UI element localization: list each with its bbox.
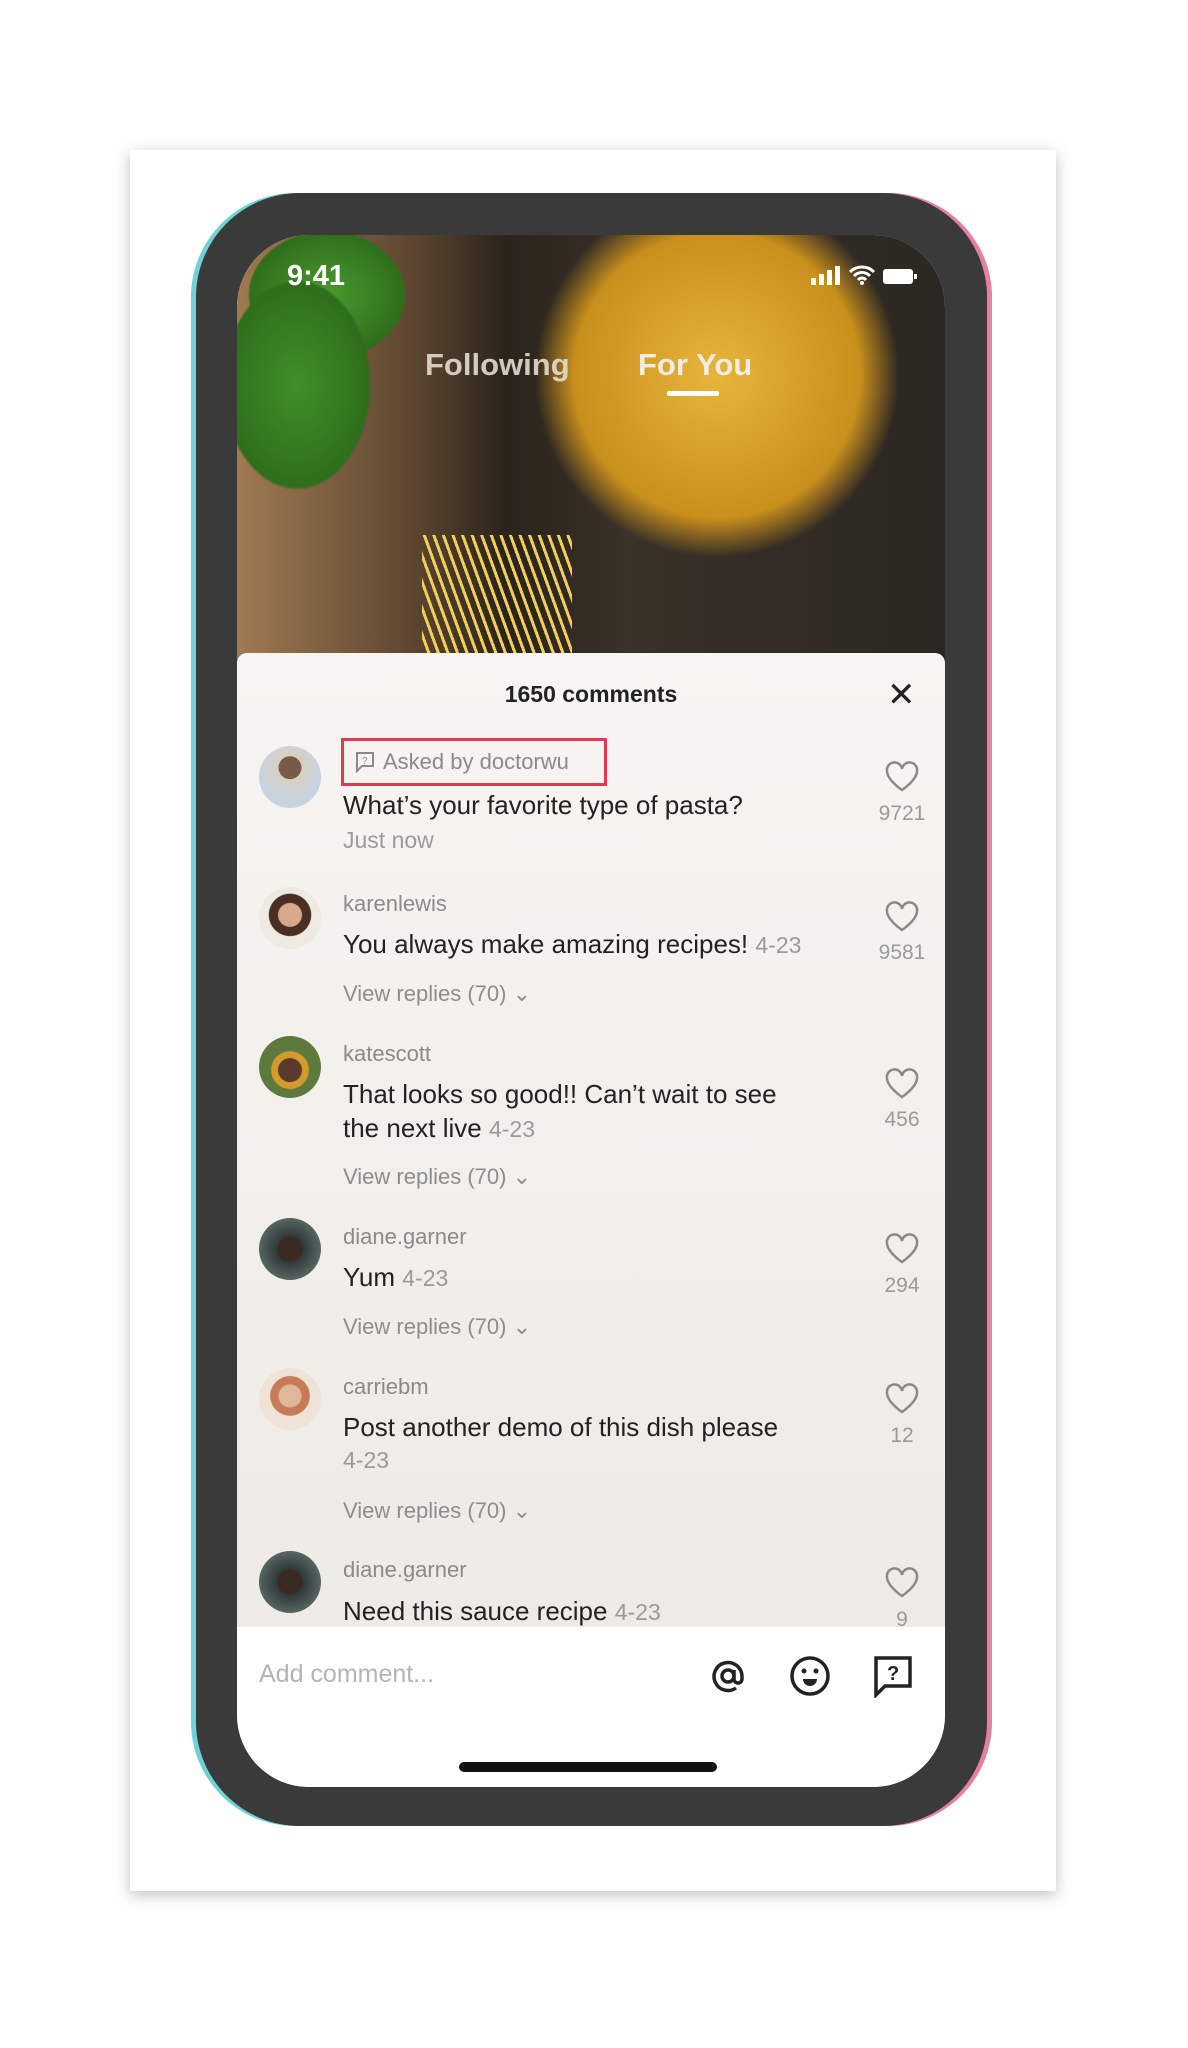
comment-text: Post another demo of this dish please xyxy=(343,1412,779,1442)
comment-date: 4-23 xyxy=(614,1599,661,1625)
comment-username[interactable]: katescott xyxy=(343,1041,431,1067)
heart-icon[interactable] xyxy=(885,761,919,793)
heart-icon[interactable] xyxy=(885,901,919,933)
heart-icon[interactable] xyxy=(885,1233,919,1265)
heart-icon[interactable] xyxy=(885,1068,919,1100)
active-tab-indicator xyxy=(667,391,719,396)
view-replies-button[interactable]: View replies (70) ⌄ xyxy=(343,981,531,1007)
view-replies-label: View replies (70) xyxy=(343,1314,507,1339)
question-icon[interactable]: ? xyxy=(871,1654,915,1698)
asked-by-label[interactable]: ? Asked by doctorwu xyxy=(355,749,569,775)
comment-username[interactable]: diane.garner xyxy=(343,1224,467,1250)
comment-text: Need this sauce recipe 4-23 xyxy=(343,1596,661,1627)
comment-username[interactable]: karenlewis xyxy=(343,891,447,917)
chevron-down-icon: ⌄ xyxy=(512,1314,532,1339)
avatar[interactable] xyxy=(259,887,321,949)
battery-icon xyxy=(883,269,917,284)
like-count: 9581 xyxy=(878,941,926,964)
add-comment-input[interactable]: Add comment... xyxy=(259,1660,434,1689)
view-replies-button[interactable]: View replies (70) ⌄ xyxy=(343,1314,531,1340)
view-replies-label: View replies (70) xyxy=(343,1498,507,1523)
at-icon[interactable] xyxy=(706,1654,750,1698)
question-text: What’s your favorite type of pasta? xyxy=(343,790,743,820)
like-count: 294 xyxy=(884,1274,920,1297)
comment-text-line2: the next live 4-23 xyxy=(343,1113,535,1144)
comment-text: You always make amazing recipes! 4-23 xyxy=(343,929,801,960)
signal-icon xyxy=(811,266,840,285)
chevron-down-icon: ⌄ xyxy=(512,1498,532,1523)
comments-count-title: 1650 comments xyxy=(504,681,678,707)
close-icon[interactable]: ✕ xyxy=(887,675,916,715)
view-replies-button[interactable]: View replies (70) ⌄ xyxy=(343,1498,531,1524)
svg-text:?: ? xyxy=(887,1663,899,1685)
chevron-down-icon: ⌄ xyxy=(512,981,532,1006)
view-replies-label: View replies (70) xyxy=(343,981,507,1006)
home-indicator[interactable] xyxy=(459,1762,717,1772)
video-background[interactable] xyxy=(237,235,945,665)
avatar[interactable] xyxy=(259,1218,321,1280)
comment-text: Yum 4-23 xyxy=(343,1262,448,1293)
avatar[interactable] xyxy=(259,1551,321,1613)
comment-date: 4-23 xyxy=(402,1265,449,1291)
comment-date: 4-23 xyxy=(755,932,802,958)
question-time: Just now xyxy=(343,827,434,853)
avatar[interactable] xyxy=(259,1368,321,1430)
comment-date: 4-23 xyxy=(343,1447,390,1473)
avatar[interactable] xyxy=(259,1036,321,1098)
comment-body: You always make amazing recipes! xyxy=(343,929,749,959)
avatar[interactable] xyxy=(259,746,321,808)
comment-body: the next live xyxy=(343,1113,482,1143)
pasta-image xyxy=(422,535,572,665)
question-icon: ? xyxy=(356,752,374,773)
heart-icon[interactable] xyxy=(885,1567,919,1599)
comment-body: Yum xyxy=(343,1262,396,1292)
view-replies-label: View replies (70) xyxy=(343,1164,507,1189)
comment-text: That looks so good!! Can’t wait to see xyxy=(343,1079,777,1109)
tab-following[interactable]: Following xyxy=(425,347,570,383)
heart-icon[interactable] xyxy=(885,1383,919,1415)
comment-date: 4-23 xyxy=(488,1116,536,1142)
tab-for-you[interactable]: For You xyxy=(638,347,752,383)
svg-text:?: ? xyxy=(362,756,368,767)
emoji-icon[interactable] xyxy=(788,1654,832,1698)
phone-screen: 9:41 Following For You 1650 comments ✕ ?… xyxy=(237,235,945,1787)
wifi-icon xyxy=(849,265,875,285)
comment-username[interactable]: diane.garner xyxy=(343,1557,467,1583)
comment-username[interactable]: carriebm xyxy=(343,1374,429,1400)
view-replies-button[interactable]: View replies (70) ⌄ xyxy=(343,1164,531,1190)
like-count: 9721 xyxy=(878,802,926,825)
chevron-down-icon: ⌄ xyxy=(512,1164,532,1189)
status-icons xyxy=(811,265,917,285)
like-count: 456 xyxy=(884,1108,920,1131)
like-count: 12 xyxy=(890,1424,914,1447)
asked-by-text: Asked by doctorwu xyxy=(383,749,569,774)
comment-body: Need this sauce recipe xyxy=(343,1596,608,1626)
status-time: 9:41 xyxy=(287,260,346,292)
